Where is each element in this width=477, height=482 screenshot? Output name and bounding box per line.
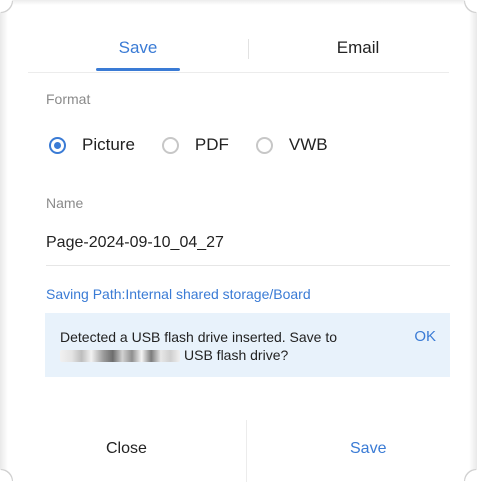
dialog-corner xyxy=(465,0,477,12)
dialog-edge-left xyxy=(0,0,8,482)
radio-checked-icon[interactable] xyxy=(49,136,66,154)
format-option-pdf[interactable]: PDF xyxy=(161,135,229,155)
radio-unchecked-icon[interactable] xyxy=(255,136,273,154)
tab-bar: Save Email xyxy=(28,28,449,73)
dialog-edge-right xyxy=(469,0,477,482)
usb-notice-text: Detected a USB flash drive inserted. Sav… xyxy=(60,328,390,364)
format-option-label: Picture xyxy=(82,135,135,154)
dialog-edge-top xyxy=(0,0,477,5)
format-option-picture[interactable]: Picture xyxy=(49,135,135,155)
tab-save[interactable]: Save xyxy=(48,28,228,72)
notice-ok-button[interactable]: OK xyxy=(414,328,436,345)
redacted-device-name xyxy=(60,350,180,363)
format-option-label: PDF xyxy=(194,135,229,154)
save-button[interactable]: Save xyxy=(350,440,386,458)
tab-divider xyxy=(248,39,249,59)
save-dialog: Save Email Format Picture PDF VWB Name P… xyxy=(0,0,477,482)
name-label: Name xyxy=(46,195,84,211)
dialog-corner xyxy=(0,0,12,12)
footer-divider xyxy=(246,420,247,482)
format-radio-group: Picture PDF VWB xyxy=(49,133,355,157)
dialog-footer: Close Save xyxy=(0,420,477,482)
format-option-label: VWB xyxy=(288,135,328,154)
active-tab-indicator xyxy=(96,68,180,71)
tab-email[interactable]: Email xyxy=(268,28,448,72)
usb-notice-banner: Detected a USB flash drive inserted. Sav… xyxy=(45,313,450,377)
format-option-vwb[interactable]: VWB xyxy=(255,135,328,155)
usb-notice-line1: Detected a USB flash drive inserted. Sav… xyxy=(60,329,338,345)
usb-notice-line2-wrap: USB flash drive? xyxy=(60,346,390,364)
format-label: Format xyxy=(46,91,91,107)
name-input[interactable]: Page-2024-09-10_04_27 xyxy=(46,230,450,266)
radio-unchecked-icon[interactable] xyxy=(161,136,179,154)
usb-notice-line2: USB flash drive? xyxy=(184,347,289,363)
saving-path-link[interactable]: Saving Path:Internal shared storage/Boar… xyxy=(46,286,311,302)
close-button[interactable]: Close xyxy=(106,440,147,458)
